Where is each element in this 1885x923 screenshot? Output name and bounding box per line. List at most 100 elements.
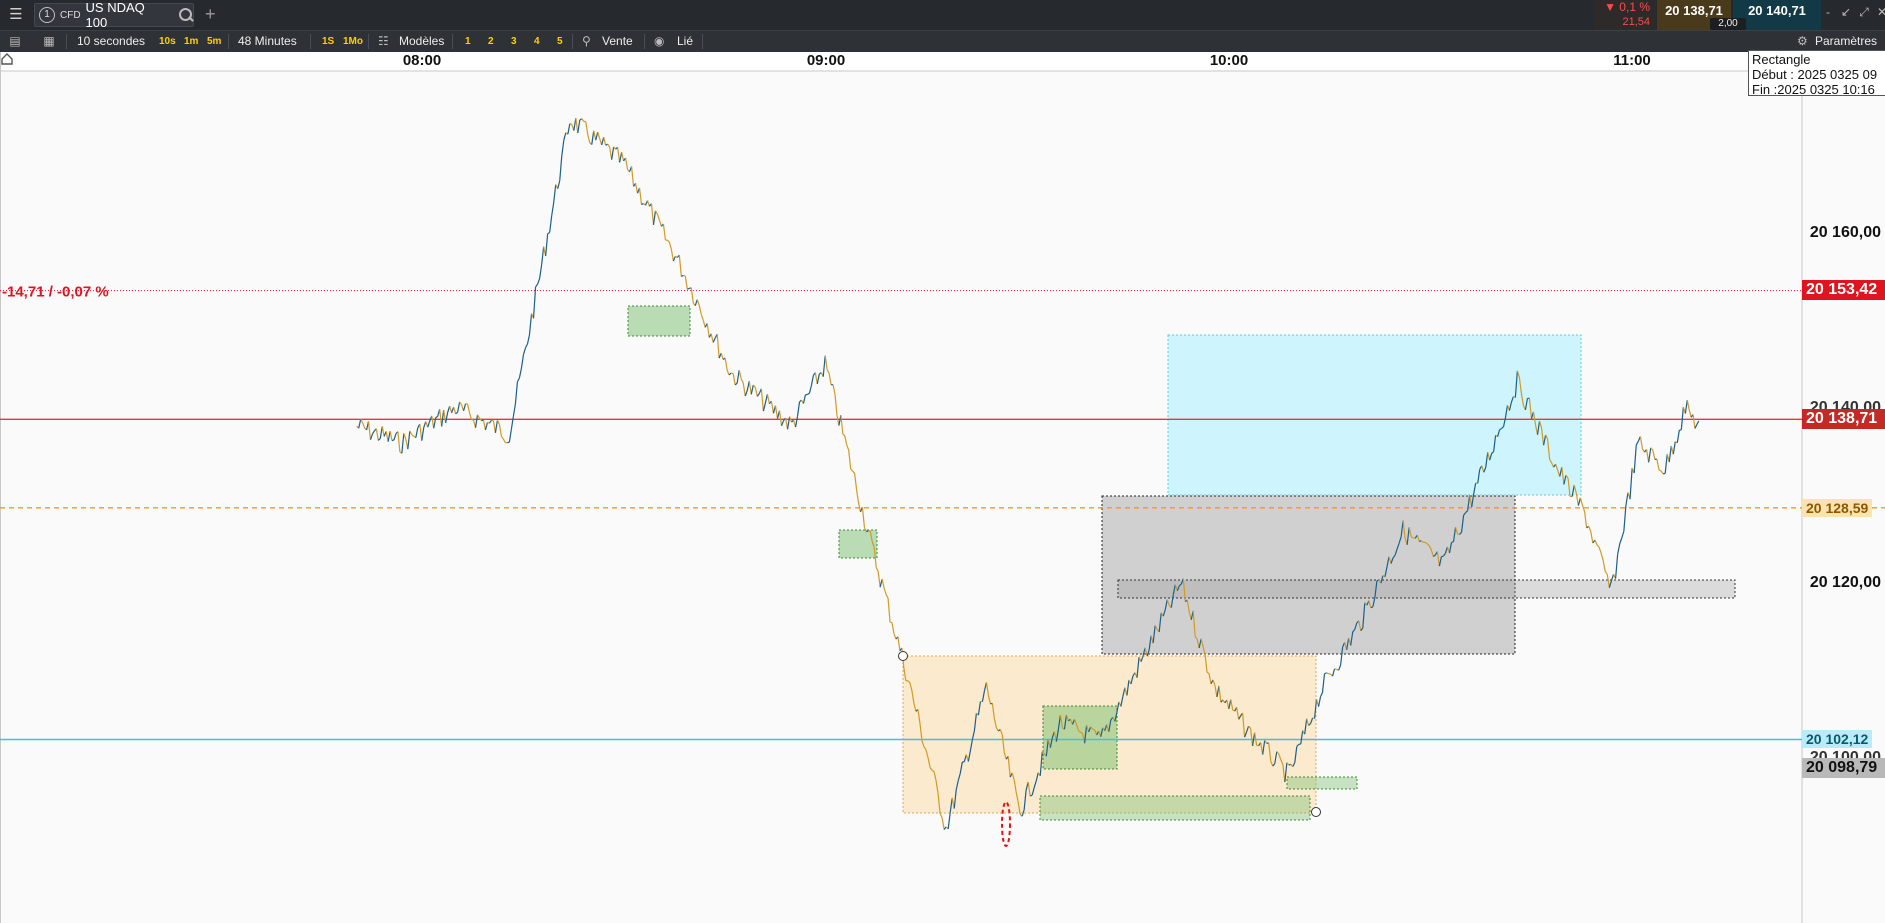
close-icon[interactable]: ✕: [1876, 5, 1885, 20]
dock-icon[interactable]: ↙: [1840, 5, 1852, 20]
price-segment: [866, 530, 869, 533]
price-segment: [532, 286, 537, 319]
tooltip-title: Rectangle: [1752, 52, 1811, 67]
price-segment: [1664, 454, 1668, 474]
price-segment: [516, 377, 520, 383]
price-segment: [593, 130, 597, 141]
price-segment: [453, 406, 457, 414]
price-segment: [877, 571, 881, 588]
price-segment: [675, 255, 678, 259]
price-axis-20160: 20 160,00: [1809, 224, 1881, 241]
price-segment: [724, 357, 728, 371]
ask-price-button[interactable]: 20 140,71: [1733, 0, 1821, 30]
duration-selector[interactable]: 48 Minutes: [238, 31, 297, 52]
price-segment: [1658, 469, 1662, 472]
gear-icon[interactable]: ⚙: [1797, 31, 1808, 52]
price-segment: [732, 373, 736, 386]
price-segment: [696, 299, 700, 306]
price-segment: [435, 415, 439, 419]
linked-button[interactable]: Lié: [677, 31, 693, 52]
rect-handle-start: [898, 651, 908, 661]
duration-1s[interactable]: 1S: [322, 31, 334, 52]
layout-icon[interactable]: ▦: [38, 31, 60, 52]
price-segment: [1660, 470, 1664, 475]
price-segment: [624, 157, 629, 170]
rect-handle-end: [1311, 807, 1321, 817]
price-segment: [683, 274, 686, 277]
price-segment: [1692, 414, 1696, 429]
price-segment: [939, 813, 943, 819]
price-segment: [810, 375, 814, 386]
expand-icon[interactable]: ⤢: [1858, 5, 1870, 20]
price-segment: [522, 347, 527, 355]
price-segment: [684, 275, 688, 290]
price-segment: [455, 411, 458, 415]
price-segment: [462, 403, 467, 411]
interval-1m[interactable]: 1m: [184, 31, 198, 52]
price-segment: [545, 233, 549, 257]
templates-icon[interactable]: ☷: [378, 31, 389, 52]
interval-10s[interactable]: 10s: [159, 31, 176, 52]
time-label-0800: 08:00: [402, 52, 442, 69]
price-segment: [762, 402, 766, 412]
tooltip-start: Début : 2025 0325 09: [1752, 67, 1878, 82]
minimize-icon[interactable]: -: [1822, 5, 1834, 20]
price-segment: [780, 420, 785, 426]
search-icon[interactable]: [179, 8, 193, 22]
template-slot-5[interactable]: 5: [557, 31, 563, 52]
price-segment: [1635, 440, 1639, 446]
interval-5m[interactable]: 5m: [207, 31, 221, 52]
price-segment: [774, 405, 779, 419]
template-slot-4[interactable]: 4: [534, 31, 540, 52]
last-price-tag: 20 138,71: [1802, 409, 1885, 429]
templates-button[interactable]: Modèles: [399, 31, 444, 52]
instrument-tab[interactable]: 1 CFD US NDAQ 100: [34, 0, 194, 30]
settings-button[interactable]: Paramètres: [1815, 31, 1877, 52]
interval-selector[interactable]: 10 secondes: [77, 31, 145, 52]
price-segment: [1633, 444, 1637, 474]
price-segment: [439, 409, 443, 427]
price-segment: [563, 132, 567, 141]
price-segment: [1623, 505, 1627, 532]
bell-icon[interactable]: [0, 52, 14, 66]
price-segment: [1639, 436, 1644, 449]
price-segment: [549, 215, 553, 233]
price-axis-20120: 20 120,00: [1809, 574, 1881, 591]
price-segment: [389, 430, 393, 441]
add-tab-button[interactable]: +: [205, 5, 216, 23]
price-segment: [514, 381, 519, 405]
duration-1mo[interactable]: 1Mo: [343, 31, 363, 52]
price-segment: [459, 401, 463, 406]
instrument-name: US NDAQ 100: [85, 0, 145, 30]
hamburger-icon[interactable]: ☰: [6, 6, 26, 24]
price-segment: [371, 430, 375, 435]
price-segment: [443, 409, 447, 424]
price-segment: [702, 320, 706, 328]
price-segment: [796, 401, 801, 417]
price-segment: [1672, 441, 1676, 455]
template-slot-3[interactable]: 3: [511, 31, 517, 52]
chart-canvas[interactable]: [0, 52, 1885, 923]
template-slot-2[interactable]: 2: [488, 31, 494, 52]
price-segment: [700, 314, 704, 321]
green-zone-rectangle-1: [627, 305, 691, 337]
price-segment: [367, 421, 372, 440]
change-pct: ▼ 0,1 %: [1604, 0, 1650, 14]
price-segment: [611, 146, 615, 160]
price-segment: [524, 343, 529, 349]
price-segment: [786, 416, 791, 430]
template-slot-1[interactable]: 1: [465, 31, 471, 52]
price-segment: [887, 598, 891, 623]
price-segment: [1686, 399, 1690, 410]
price-segment: [794, 416, 799, 428]
price-segment: [510, 416, 514, 430]
sell-button[interactable]: Vente: [602, 31, 633, 52]
time-label-1100: 11:00: [1613, 52, 1651, 69]
list-icon[interactable]: ▤: [4, 31, 26, 52]
price-segment: [466, 403, 471, 414]
tab-number: 1: [39, 7, 55, 23]
price-segment: [1596, 544, 1600, 548]
price-segment: [603, 137, 607, 146]
price-segment: [498, 424, 502, 437]
price-chart[interactable]: 08:00 09:00 10:00 11:00 20 160,00 20 140…: [0, 50, 1885, 923]
